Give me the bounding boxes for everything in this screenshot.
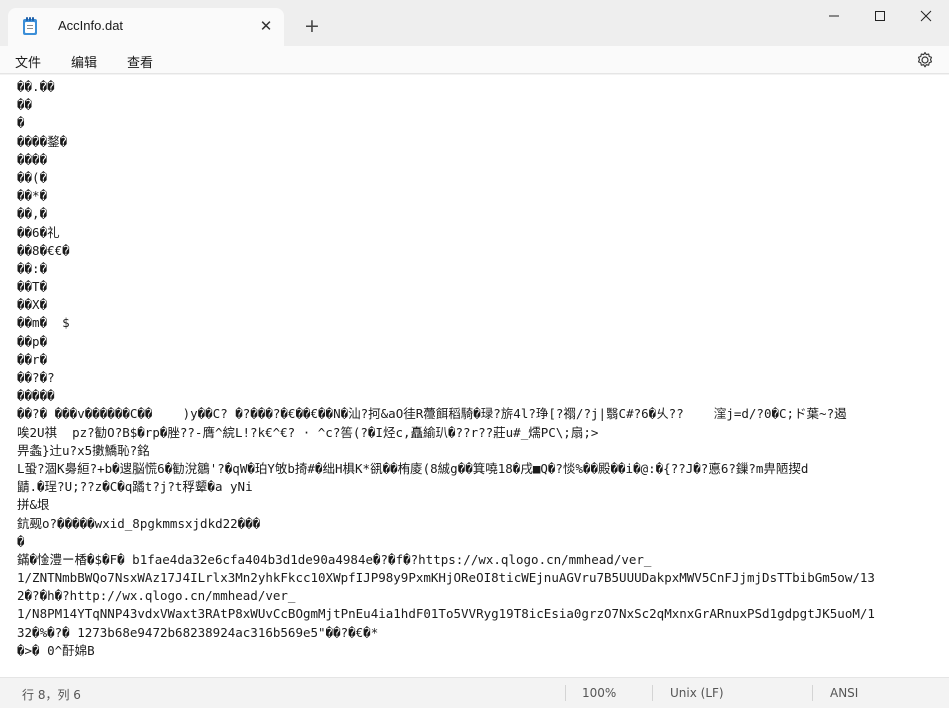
minimize-icon bbox=[829, 15, 839, 17]
editor-line: �� bbox=[17, 97, 33, 113]
editor-line: 鏋�惍澧ー楿�$�F� b1fae4da32e6cfa404b3d1de90a4… bbox=[17, 551, 652, 567]
editor-line: ����鍪� bbox=[17, 133, 68, 149]
new-tab-button[interactable]: + bbox=[302, 16, 322, 36]
maximize-icon bbox=[875, 11, 885, 21]
editor-line: 畀螽}辻u?x5擻鱎恥?銘 bbox=[17, 442, 150, 458]
editor-line: 1/N8PM14YTqNNP43vdxVWaxt3RAtP8xWUvCcBOgm… bbox=[17, 606, 875, 622]
editor-line: ��X� bbox=[17, 297, 48, 313]
close-tab-icon[interactable]: ✕ bbox=[257, 17, 275, 35]
editor-line: �>� 0^酑婂B bbox=[17, 642, 95, 658]
status-divider bbox=[565, 685, 566, 701]
editor-line: ��T� bbox=[17, 279, 48, 295]
editor-line: ��6�礼 bbox=[17, 224, 60, 240]
editor-line: 32�%�?� 1273b68e9472b68238924ac316b569e5… bbox=[17, 624, 379, 640]
menu-edit[interactable]: 编辑 bbox=[71, 52, 97, 71]
editor-line: ��p� bbox=[17, 333, 48, 349]
line-ending[interactable]: Unix (LF) bbox=[670, 686, 724, 700]
menu-bar: 文件 编辑 查看 bbox=[0, 46, 949, 74]
editor-line: ��?� ���v������C�� )y��C? �?���?�€��€��N… bbox=[17, 406, 847, 422]
zoom-level[interactable]: 100% bbox=[582, 686, 616, 700]
editor-line: 鼱.�珵?U;??z�C�q蹫t?j?t稃颦�a yNi bbox=[17, 479, 253, 495]
menu-view[interactable]: 查看 bbox=[127, 52, 153, 71]
editor-line: � bbox=[17, 533, 25, 549]
editor-line: 2�?�h�?http://wx.qlogo.cn/mmhead/ver_ bbox=[17, 588, 296, 604]
encoding[interactable]: ANSI bbox=[830, 686, 858, 700]
editor-line: L蛩?涸K臱絙?+b�遚脳慌6�勧涗鶵'?�qW�珀Y敂b掎#�绌H椇K*谻��… bbox=[17, 460, 809, 476]
minimize-button[interactable] bbox=[811, 0, 857, 32]
editor-content[interactable]: ��.�� �� � ����鍪� ���� ��(� ��*� ��,� ��6�礼 ��8�€… bbox=[17, 78, 937, 660]
editor-line: ��?�? bbox=[17, 370, 55, 385]
editor-line: ��,� bbox=[17, 206, 48, 222]
editor-line: ����� bbox=[17, 388, 55, 404]
editor-line: ��r� bbox=[17, 351, 48, 367]
editor-line: 鈧觋o?�����wxid_8pgkmmsxjdkd22��� bbox=[17, 515, 261, 531]
notepad-icon bbox=[22, 16, 38, 36]
editor-line: ��.�� bbox=[17, 79, 55, 94]
settings-icon[interactable] bbox=[915, 50, 935, 70]
close-window-button[interactable] bbox=[903, 0, 949, 32]
status-divider bbox=[652, 685, 653, 701]
editor-line: 拼&垠 bbox=[17, 497, 50, 513]
status-divider bbox=[812, 685, 813, 701]
editor-line: ��8�€€� bbox=[17, 242, 70, 258]
editor-line: ��(� bbox=[17, 169, 48, 185]
tab-accinfo[interactable]: AccInfo.dat ✕ bbox=[8, 8, 284, 46]
editor-line: ���� bbox=[17, 151, 48, 167]
tab-title: AccInfo.dat bbox=[58, 18, 124, 33]
close-icon bbox=[920, 10, 932, 22]
title-bar: AccInfo.dat ✕ + bbox=[0, 0, 949, 46]
editor-line: ��m� $ bbox=[17, 315, 70, 331]
text-editor[interactable]: ��.�� �� � ����鍪� ���� ��(� ��*� ��,� ��6�礼 ��8�€… bbox=[0, 75, 949, 677]
editor-line: ��:� bbox=[17, 260, 48, 276]
editor-line: 唉2U祺 pz?勧O?B$�rp�脞??-膺^綄L!?k€^€? · ^c?筶(… bbox=[17, 424, 599, 440]
editor-line: � bbox=[17, 115, 25, 131]
editor-line: ��*� bbox=[17, 188, 48, 204]
maximize-button[interactable] bbox=[857, 0, 903, 32]
editor-line: 1/ZNTNmbBWQo7NsxWAz17J4ILrlx3Mn2yhkFkcc1… bbox=[17, 570, 875, 586]
menu-file[interactable]: 文件 bbox=[15, 52, 41, 71]
status-bar: 行 8，列 6 100% Unix (LF) ANSI bbox=[0, 677, 949, 708]
cursor-position: 行 8，列 6 bbox=[22, 688, 81, 702]
